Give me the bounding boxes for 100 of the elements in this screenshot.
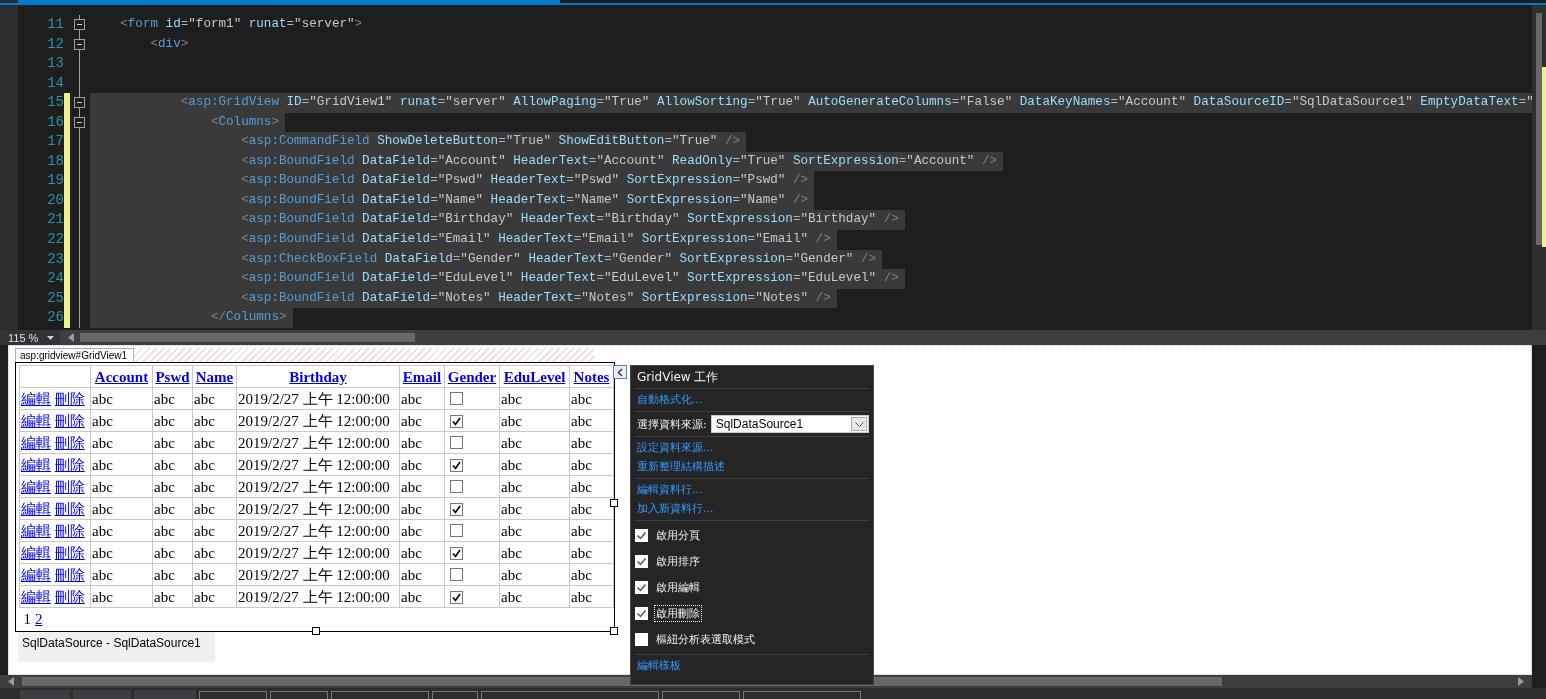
checkbox[interactable]	[450, 546, 463, 560]
checkbox[interactable]	[450, 391, 463, 405]
data-source-dropdown[interactable]: SqlDataSource1	[710, 415, 869, 433]
collapse-icon[interactable]	[74, 116, 85, 128]
command-link[interactable]: 刪除	[54, 412, 85, 429]
breadcrumb-tab[interactable]	[662, 691, 740, 699]
resize-handle[interactable]	[312, 627, 320, 635]
table-cell: abc	[499, 475, 570, 498]
command-link[interactable]: 刪除	[54, 566, 85, 583]
command-link[interactable]: 刪除	[54, 500, 85, 517]
command-link[interactable]: 刪除	[54, 434, 85, 451]
table-cell: abc	[399, 475, 445, 498]
line-number: 12	[46, 34, 64, 54]
breadcrumb-tab[interactable]	[199, 691, 267, 699]
collapse-button[interactable]	[613, 365, 627, 379]
checkbox[interactable]	[450, 479, 463, 493]
command-link[interactable]: 刪除	[54, 522, 85, 539]
command-link[interactable]: 編輯	[21, 456, 51, 473]
resize-handle[interactable]	[610, 627, 618, 635]
scroll-right-icon[interactable]	[1518, 677, 1524, 686]
checkbox[interactable]	[450, 523, 463, 537]
command-link[interactable]: 刪除	[54, 588, 85, 605]
breadcrumb-tab[interactable]	[743, 691, 861, 699]
checkbox-label[interactable]: 啟用編輯	[654, 579, 702, 596]
task-link[interactable]: 編輯資料行...	[635, 482, 703, 498]
collapse-icon[interactable]	[74, 19, 85, 30]
table-cell: 2019/2/27 上午 12:00:00	[236, 497, 400, 520]
table-cell: abc	[399, 497, 445, 520]
scroll-left-icon[interactable]	[8, 677, 14, 686]
task-link[interactable]: 編輯樣板	[635, 658, 681, 674]
checkbox[interactable]	[450, 567, 463, 581]
line-number: 25	[46, 288, 64, 308]
scroll-left-icon[interactable]	[68, 333, 74, 342]
checkbox[interactable]	[635, 633, 648, 646]
table-cell: 2019/2/27 上午 12:00:00	[236, 519, 400, 542]
table-cell: abc	[90, 563, 153, 586]
resize-handle[interactable]	[610, 499, 618, 507]
table-cell: abc	[399, 541, 445, 564]
command-link[interactable]: 編輯	[21, 500, 51, 517]
table-cell: abc	[192, 519, 237, 542]
table-cell: abc	[499, 519, 570, 542]
table-cell: abc	[399, 519, 445, 542]
task-link[interactable]: 加入新資料行...	[635, 501, 714, 517]
command-link[interactable]: 編輯	[21, 522, 51, 539]
line-number: 15	[46, 93, 64, 113]
command-link[interactable]: 編輯	[21, 412, 51, 429]
command-link[interactable]: 編輯	[21, 566, 51, 583]
table-cell: 2019/2/27 上午 12:00:00	[236, 475, 400, 498]
line-number: 22	[46, 230, 64, 249]
panel-title: GridView 工作	[635, 366, 869, 389]
table-cell: abc	[499, 453, 570, 476]
command-link[interactable]: 編輯	[21, 434, 51, 451]
breadcrumb-tab[interactable]	[432, 691, 478, 699]
page-link[interactable]: 2	[35, 610, 43, 627]
checkbox[interactable]	[450, 502, 463, 516]
task-link[interactable]: 自動格式化...	[635, 392, 703, 408]
line-number: 21	[46, 210, 64, 230]
horizontal-scrollbar[interactable]	[60, 330, 1546, 345]
checkbox[interactable]	[450, 458, 463, 472]
gridview[interactable]	[15, 362, 615, 632]
table-cell: abc	[152, 431, 193, 454]
vertical-scrollbar[interactable]	[1532, 5, 1546, 330]
table-cell: abc	[192, 541, 237, 564]
command-link[interactable]: 編輯	[21, 478, 51, 495]
checkbox[interactable]	[635, 529, 648, 542]
breadcrumb-tab[interactable]	[270, 691, 328, 699]
command-link[interactable]: 刪除	[54, 390, 85, 407]
data-source-control[interactable]: SqlDataSource - SqlDataSource1	[18, 632, 215, 662]
checkbox[interactable]	[635, 607, 648, 620]
checkbox-label[interactable]: 啟用排序	[654, 553, 702, 570]
table-cell: abc	[192, 453, 237, 476]
checkbox[interactable]	[635, 555, 648, 568]
collapse-icon[interactable]	[74, 38, 85, 50]
table-cell: 2019/2/27 上午 12:00:00	[236, 585, 400, 608]
zoom-dropdown[interactable]: 115 %	[0, 330, 60, 345]
checkbox-label[interactable]: 樞紐分析表選取模式	[654, 631, 757, 648]
command-link[interactable]: 刪除	[54, 478, 85, 495]
breadcrumb-tab[interactable]	[481, 691, 659, 699]
command-link[interactable]: 編輯	[21, 544, 51, 561]
command-link[interactable]: 刪除	[54, 544, 85, 561]
code-line: <div>	[149, 35, 190, 53]
task-link[interactable]: 設定資料來源...	[635, 440, 714, 456]
table-cell: abc	[192, 475, 237, 498]
table-cell: abc	[152, 541, 193, 564]
checkbox-label[interactable]: 啟用刪除	[654, 605, 702, 622]
command-link[interactable]: 編輯	[21, 588, 51, 605]
checkbox[interactable]	[450, 414, 463, 428]
checkbox-label[interactable]: 啟用分頁	[654, 527, 702, 544]
checkbox[interactable]	[450, 435, 463, 449]
line-number: 14	[46, 73, 64, 93]
breadcrumb-tab[interactable]	[331, 691, 429, 699]
table-cell: 2019/2/27 上午 12:00:00	[236, 409, 400, 432]
collapse-icon[interactable]	[74, 97, 85, 109]
command-link[interactable]: 刪除	[54, 456, 85, 473]
table-cell: abc	[499, 497, 570, 520]
checkbox[interactable]	[635, 581, 648, 594]
checkbox[interactable]	[450, 590, 463, 604]
task-link[interactable]: 重新整理結構描述	[635, 459, 725, 475]
command-link[interactable]: 編輯	[21, 390, 51, 407]
code-line: <form id="form1" runat="server">	[119, 16, 364, 33]
